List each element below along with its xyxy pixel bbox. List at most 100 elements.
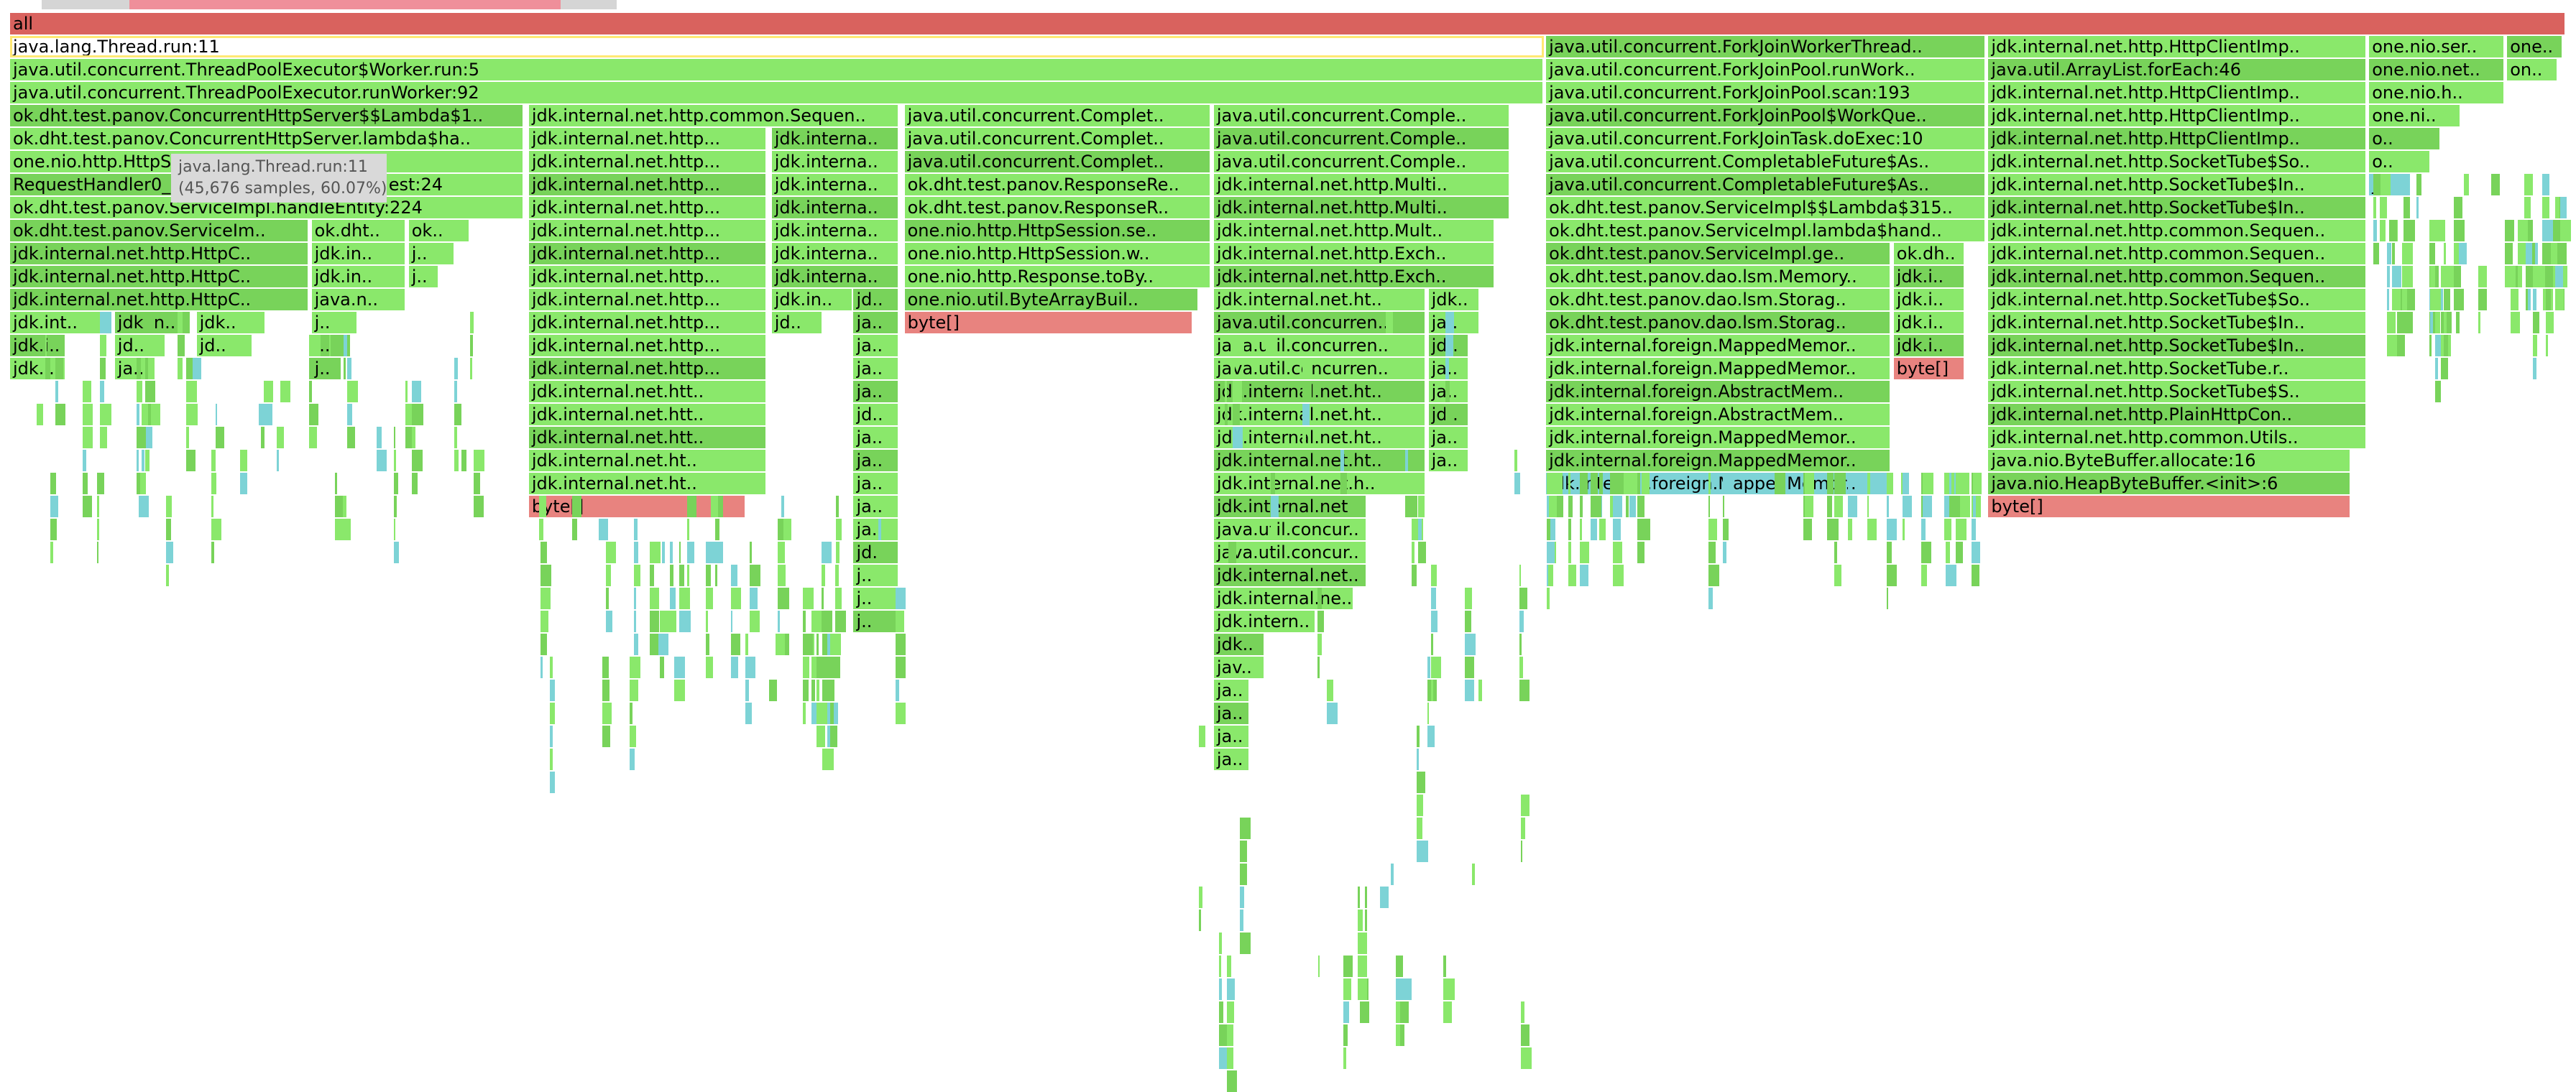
frame-l20-66[interactable]: ja.. [853,473,900,494]
frame-sliver[interactable] [1867,496,1869,517]
frame-l19-165[interactable]: java.nio.ByteBuffer.allocate:16 [1988,450,2352,471]
frame-sliver[interactable] [1343,956,1353,977]
frame-sliver[interactable] [1590,473,1598,494]
frame-sliver[interactable] [1340,473,1347,494]
frame-sliver[interactable] [1723,473,1734,494]
frame-sliver[interactable] [1847,519,1853,540]
frame-sliver[interactable] [1416,818,1423,839]
frame-sliver[interactable] [778,611,780,632]
frame-sliver[interactable] [572,519,577,540]
frame-l17-143[interactable]: jdk.internal.foreign.AbstractMem.. [1546,404,1892,425]
frame-sliver[interactable] [137,450,139,471]
frame-l19-106[interactable]: jdk.internal.net.ht.. [1213,450,1427,471]
frame-sliver[interactable] [37,404,44,425]
frame-l2-122[interactable]: java.util.concurrent.ForkJoinPool.runWor… [1546,59,1986,80]
frame-sliver[interactable] [178,335,185,356]
frame-sliver[interactable] [1847,473,1850,494]
frame-sliver[interactable] [2542,197,2550,218]
frame-sliver[interactable] [1240,910,1243,931]
frame-l12-92[interactable]: jdk.internal.net.ht.. [1213,289,1427,310]
frame-sliver[interactable] [811,680,816,701]
frame-sliver[interactable] [1708,496,1711,517]
frame-sliver[interactable] [1400,1024,1404,1046]
frame-l31-119[interactable]: ja.. [1213,726,1250,747]
frame-l10-131[interactable]: ok.dh.. [1893,243,1966,264]
frame-sliver[interactable] [633,611,637,632]
frame-l11-91[interactable]: jdk.internal.net.http.Exch.. [1213,266,1496,287]
frame-sliver[interactable] [1519,565,1521,586]
frame-sliver[interactable] [2454,289,2465,310]
frame-sliver[interactable] [1364,887,1367,908]
frame-sliver[interactable] [1417,542,1426,563]
frame-sliver[interactable] [1379,887,1389,908]
frame-sliver[interactable] [50,519,57,540]
frame-sliver[interactable] [2403,220,2415,241]
frame-sliver[interactable] [1556,473,1563,494]
frame-sliver[interactable] [412,450,423,471]
frame-sliver[interactable] [1240,818,1251,839]
frame-l14-96[interactable]: java.util.concurren.. [1213,335,1427,356]
frame-l24-112[interactable]: jdk.internal.net.. [1213,565,1368,586]
frame-sliver[interactable] [137,381,142,402]
frame-sliver[interactable] [1317,634,1322,655]
frame-l4-171[interactable]: one.ni.. [2369,105,2462,126]
frame-sliver[interactable] [2391,243,2396,264]
frame-sliver[interactable] [1405,427,1408,448]
frame-sliver[interactable] [412,427,416,448]
frame-l24-71[interactable]: j.. [853,565,900,586]
frame-sliver[interactable] [2389,220,2397,241]
frame-sliver[interactable] [539,519,543,540]
frame-l8-78[interactable]: ok.dht.test.panov.ResponseR.. [904,197,1212,218]
frame-sliver[interactable] [1520,795,1530,816]
frame-sliver[interactable] [706,565,711,586]
frame-sliver[interactable] [100,427,107,448]
frame-sliver[interactable] [778,588,789,609]
frame-sliver[interactable] [2533,266,2545,287]
frame-l19-63[interactable]: jdk.internal.net.ht.. [528,450,767,471]
frame-sliver[interactable] [1405,473,1410,494]
frame-l15-141[interactable]: byte[] [1893,358,1966,379]
frame-sliver[interactable] [629,657,640,678]
frame-l19-64[interactable]: ja.. [853,450,900,471]
frame-l12-82[interactable]: one.nio.util.ByteArrayBuil.. [904,289,1199,310]
frame-sliver[interactable] [2402,266,2414,287]
frame-l7-7[interactable]: RequestHandler0_ [10,174,182,195]
frame-sliver[interactable] [334,473,337,494]
frame-sliver[interactable] [1803,519,1813,540]
frame-sliver[interactable] [1317,956,1320,977]
frame-sliver[interactable] [710,496,719,517]
frame-sliver[interactable] [2396,335,2405,356]
frame-l17-102[interactable]: jdk.internal.net.ht.. [1213,404,1427,425]
frame-sliver[interactable] [2524,243,2533,264]
frame-l14-26[interactable]: jd.. [114,335,166,356]
frame-sliver[interactable] [309,404,318,425]
frame-sliver[interactable] [186,450,196,471]
frame-sliver[interactable] [2373,220,2378,241]
frame-sliver[interactable] [1227,1001,1234,1023]
frame-sliver[interactable] [2528,289,2531,310]
frame-sliver[interactable] [55,381,59,402]
frame-l13-52[interactable]: ja.. [853,312,900,333]
frame-sliver[interactable] [670,588,676,609]
frame-sliver[interactable] [1599,519,1606,540]
frame-sliver[interactable] [1445,312,1455,333]
frame-sliver[interactable] [2379,220,2386,241]
frame-sliver[interactable] [2396,312,2402,333]
frame-l11-46[interactable]: jdk.interna.. [771,266,900,287]
frame-sliver[interactable] [1568,565,1576,586]
frame-sliver[interactable] [730,634,741,655]
frame-l13-159[interactable]: jdk.internal.net.http.SocketTube$In.. [1988,312,2367,333]
frame-l22-110[interactable]: java.util.concur.. [1213,519,1368,540]
frame-l14-139[interactable]: jdk.i.. [1893,335,1966,356]
frame-sliver[interactable] [144,358,148,379]
frame-sliver[interactable] [454,450,459,471]
frame-l12-158[interactable]: jdk.internal.net.http.SocketTube$So.. [1988,289,2367,310]
frame-sliver[interactable] [2454,220,2465,241]
frame-sliver[interactable] [2386,289,2389,310]
frame-l1-1[interactable]: java.lang.Thread.run:11 [10,36,1544,57]
frame-sliver[interactable] [822,749,834,770]
frame-sliver[interactable] [100,358,106,379]
frame-l10-130[interactable]: ok.dht.test.panov.ServiceImpl.ge.. [1546,243,1892,264]
frame-sliver[interactable] [191,358,201,379]
frame-l3-170[interactable]: one.nio.h.. [2369,82,2505,103]
